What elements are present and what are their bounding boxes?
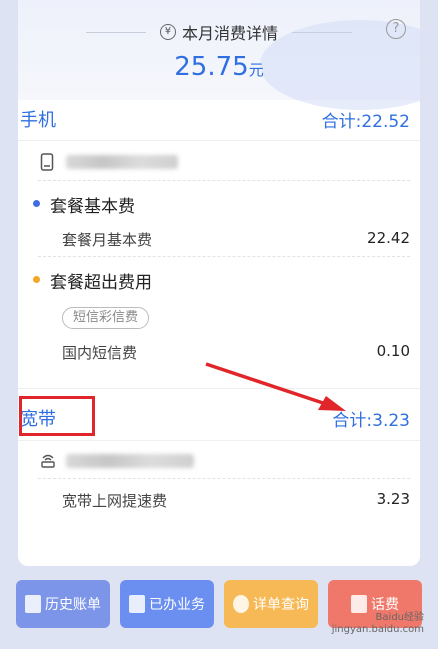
header-title-row: ¥ 本月消费详情 xyxy=(18,20,420,44)
history-bill-label: 历史账单 xyxy=(45,597,101,613)
basic-fee-dot xyxy=(33,200,40,207)
history-bill-icon xyxy=(25,595,41,613)
phone-number-divider xyxy=(38,180,410,181)
basic-fee-divider xyxy=(38,256,410,257)
broadband-speedup-item-amount: 3.23 xyxy=(376,490,410,508)
detail-query-label: 详单查询 xyxy=(253,597,309,613)
mobile-section-end-divider xyxy=(18,388,420,389)
basic-fee-item-amount: 22.42 xyxy=(367,229,410,247)
total-amount: 25.75元 xyxy=(18,52,420,82)
highlight-box xyxy=(19,396,95,436)
broadband-account-divider xyxy=(38,478,410,479)
broadband-router-icon xyxy=(41,454,55,468)
sms-mms-tag: 短信彩信费 xyxy=(62,307,150,329)
overage-fee-dot xyxy=(33,276,40,283)
mobile-header-divider xyxy=(18,140,420,141)
broadband-speedup-item-label: 宽带上网提速费 xyxy=(62,492,168,510)
handled-business-button[interactable]: 已办业务 xyxy=(120,580,214,628)
broadband-header-divider xyxy=(18,440,420,441)
broadband-account-blurred xyxy=(66,454,194,468)
total-amount-unit: 元 xyxy=(248,61,264,79)
page-title: 本月消费详情 xyxy=(181,24,278,43)
mobile-section-total: 合计:22.52 xyxy=(321,112,410,132)
handled-business-label: 已办业务 xyxy=(149,597,205,613)
search-icon xyxy=(233,595,249,613)
sms-fee-item-label: 国内短信费 xyxy=(62,344,138,362)
phone-fee-label: 话费 xyxy=(371,597,399,613)
header-right-line xyxy=(292,31,352,33)
help-icon[interactable]: ? xyxy=(386,19,406,39)
mobile-section-title: 手机 xyxy=(20,110,56,131)
watermark-url: jingyan.baidu.com xyxy=(331,624,424,635)
basic-fee-item-label: 套餐月基本费 xyxy=(62,231,153,249)
history-bill-button[interactable]: 历史账单 xyxy=(16,580,110,628)
watermark: Baidu经验 jingyan.baidu.com xyxy=(332,612,424,636)
watermark-brand: Baidu经验 xyxy=(375,612,424,623)
overage-fee-group-title: 套餐超出费用 xyxy=(50,273,152,293)
phone-icon xyxy=(40,153,54,171)
handled-business-icon xyxy=(129,595,145,613)
broadband-section-total: 合计:3.23 xyxy=(332,411,410,431)
yen-icon: ¥ xyxy=(159,24,176,40)
total-amount-value: 25.75 xyxy=(174,52,249,82)
phone-fee-icon xyxy=(351,595,367,613)
sms-fee-item-amount: 0.10 xyxy=(376,342,410,360)
basic-fee-group-title: 套餐基本费 xyxy=(50,197,135,217)
header-left-line xyxy=(85,31,146,33)
bill-detail-card: ¥ 本月消费详情 ? 25.75元 手机 合计:22.52 套餐基本费 套餐月基… xyxy=(18,0,420,566)
phone-number-blurred xyxy=(66,155,178,169)
detail-query-button[interactable]: 详单查询 xyxy=(224,580,318,628)
